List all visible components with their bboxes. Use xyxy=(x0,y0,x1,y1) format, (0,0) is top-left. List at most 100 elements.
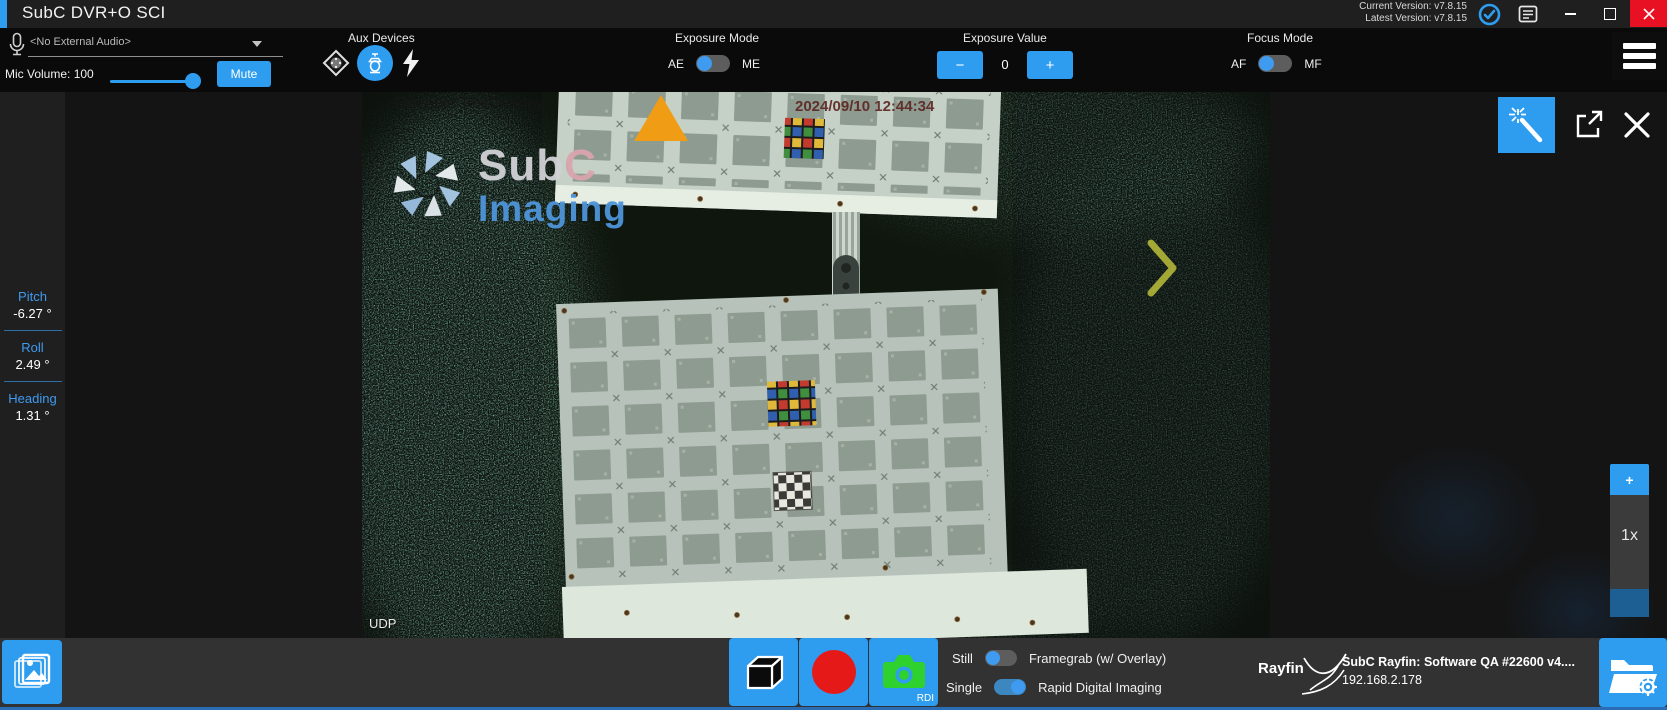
divider xyxy=(4,381,62,382)
maximize-button[interactable] xyxy=(1590,0,1630,27)
close-button[interactable] xyxy=(1630,0,1667,27)
watermark-imaging: Imaging xyxy=(478,190,627,227)
stream-protocol-label: UDP xyxy=(369,616,396,631)
exposure-decrease-button[interactable]: − xyxy=(937,51,983,79)
still-mode-toggle[interactable] xyxy=(985,650,1017,666)
lamp-button[interactable] xyxy=(357,45,393,81)
device-name: SubC Rayfin: Software QA #22600 v4.... xyxy=(1342,653,1575,671)
video-timestamp-overlay: 2024/09/10 12:44:34 xyxy=(795,98,934,115)
folder-gear-icon xyxy=(1608,650,1658,696)
single-label: Single xyxy=(946,680,982,695)
aperture-logo-icon xyxy=(388,144,466,226)
heading-value: 1.31 ° xyxy=(0,408,65,423)
close-video-button[interactable] xyxy=(1614,103,1660,147)
video-feed[interactable]: Example TextOverlay 2024/09/10 12:44:34 xyxy=(362,92,1270,638)
record-icon xyxy=(812,650,856,694)
video-text-overlay: Example TextOverlay xyxy=(393,95,544,113)
toggle-knob xyxy=(1011,680,1025,694)
subc-watermark: SubC Imaging xyxy=(388,144,627,227)
rdi-mode-label: Rapid Digital Imaging xyxy=(1038,680,1162,695)
exposure-mode-label: Exposure Mode xyxy=(675,31,759,45)
close-icon xyxy=(1622,110,1652,140)
toolbar: <No External Audio> Mic Volume: 100 Mute… xyxy=(0,28,1667,92)
pitch-label: Pitch xyxy=(0,289,65,304)
telemetry-panel: Pitch -6.27 ° Roll 2.49 ° Heading 1.31 ° xyxy=(0,289,65,423)
still-capture-button[interactable]: RDI xyxy=(869,638,938,706)
popout-button[interactable] xyxy=(1566,103,1610,147)
hamburger-icon xyxy=(1623,43,1656,49)
latest-version: Latest Version: v7.8.15 xyxy=(1359,13,1467,25)
audio-select-underline xyxy=(28,56,283,57)
title-accent xyxy=(0,0,7,28)
hamburger-icon xyxy=(1623,63,1656,69)
roll-value: 2.49 ° xyxy=(0,357,65,372)
exposure-auto-label: AE xyxy=(668,57,684,71)
audio-device-select[interactable]: <No External Audio> xyxy=(30,36,262,48)
mic-volume-label: Mic Volume: 100 xyxy=(5,67,94,81)
single-mode-toggle[interactable] xyxy=(994,679,1026,695)
orange-triangle-marker xyxy=(634,95,688,141)
minimize-button[interactable] xyxy=(1550,0,1590,27)
external-link-icon xyxy=(1571,108,1605,142)
menu-button[interactable] xyxy=(1612,32,1667,80)
3d-mode-button[interactable] xyxy=(729,638,798,706)
exposure-value: 0 xyxy=(990,57,1020,72)
still-label: Still xyxy=(952,651,973,666)
toggle-knob xyxy=(986,651,1000,665)
zoom-slider-fill[interactable] xyxy=(1610,589,1649,617)
rayfin-brand: Rayfin xyxy=(1258,660,1304,677)
hamburger-icon xyxy=(1623,53,1656,59)
version-info: Current Version: v7.8.15 Latest Version:… xyxy=(1359,1,1467,25)
framegrab-label: Framegrab (w/ Overlay) xyxy=(1029,651,1166,666)
magic-wand-icon xyxy=(1507,105,1547,145)
exposure-value-label: Exposure Value xyxy=(963,31,1047,45)
telemetry-item: Pitch -6.27 ° xyxy=(0,289,65,321)
telemetry-sidebar: Pitch -6.27 ° Roll 2.49 ° Heading 1.31 ° xyxy=(0,92,65,638)
zoom-level-label: 1x xyxy=(1621,527,1638,545)
device-ip: 192.168.2.178 xyxy=(1342,671,1575,689)
toggle-knob xyxy=(1259,56,1274,71)
mute-button[interactable]: Mute xyxy=(217,61,271,87)
laser-chevron-marker xyxy=(1146,238,1180,298)
gallery-icon xyxy=(11,651,53,693)
toggle-knob xyxy=(697,56,712,71)
pitch-value: -6.27 ° xyxy=(0,306,65,321)
zoom-in-button[interactable]: + xyxy=(1610,464,1649,495)
minimize-icon xyxy=(1565,13,1576,15)
zoom-slider[interactable]: 1x xyxy=(1610,495,1649,589)
main-area: Pitch -6.27 ° Roll 2.49 ° Heading 1.31 ° xyxy=(0,92,1667,638)
exposure-manual-label: ME xyxy=(742,57,760,71)
exposure-increase-button[interactable]: + xyxy=(1027,51,1073,79)
device-info: SubC Rayfin: Software QA #22600 v4.... 1… xyxy=(1342,653,1575,689)
update-check-icon[interactable] xyxy=(1478,3,1501,26)
current-version: Current Version: v7.8.15 xyxy=(1359,1,1467,13)
mic-volume-slider[interactable] xyxy=(110,73,200,89)
watermark-sub: Sub xyxy=(478,141,564,190)
focus-auto-label: AF xyxy=(1231,57,1246,71)
app-title: SubC DVR+O SCI xyxy=(22,3,166,23)
focus-mode-toggle[interactable] xyxy=(1258,55,1292,72)
roll-label: Roll xyxy=(0,340,65,355)
aux-devices-label: Aux Devices xyxy=(348,31,415,45)
log-icon[interactable] xyxy=(1518,5,1538,23)
bottom-bar: RDI Still Framegrab (w/ Overlay) Single … xyxy=(0,638,1667,707)
mic-volume-knob[interactable] xyxy=(185,73,201,89)
telemetry-item: Roll 2.49 ° xyxy=(0,340,65,372)
record-button[interactable] xyxy=(799,638,868,706)
title-bar: SubC DVR+O SCI Current Version: v7.8.15 … xyxy=(0,0,1667,28)
rdi-badge: RDI xyxy=(917,693,934,704)
chevron-down-icon[interactable] xyxy=(252,41,262,47)
watermark-text: SubC Imaging xyxy=(478,144,627,227)
flash-icon[interactable] xyxy=(400,48,422,78)
close-icon xyxy=(1643,8,1655,20)
cube-3d-icon xyxy=(741,649,787,695)
enhance-button[interactable] xyxy=(1498,97,1555,153)
focus-manual-label: MF xyxy=(1304,57,1321,71)
lamp-icon xyxy=(366,52,384,74)
focus-mode-row: AF MF xyxy=(1231,55,1322,72)
exposure-mode-toggle[interactable] xyxy=(696,55,730,72)
file-manager-button[interactable] xyxy=(1599,638,1667,707)
strobe-icon[interactable] xyxy=(322,49,350,77)
telemetry-item: Heading 1.31 ° xyxy=(0,391,65,423)
gallery-button[interactable] xyxy=(2,640,62,704)
